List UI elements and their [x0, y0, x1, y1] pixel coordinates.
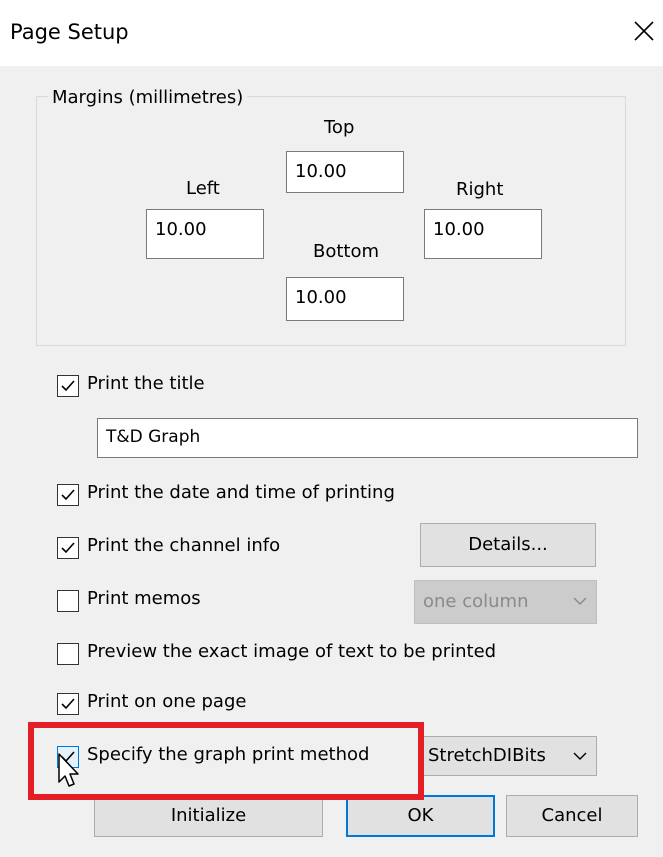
- right-margin-input[interactable]: 10.00: [424, 209, 542, 259]
- memos-column-select[interactable]: one column: [414, 580, 597, 624]
- bottom-margin-input[interactable]: 10.00: [286, 277, 404, 321]
- chevron-down-icon: [573, 597, 587, 605]
- print-memos-checkbox[interactable]: [57, 590, 79, 612]
- memos-column-value: one column: [423, 591, 529, 612]
- print-method-value: StretchDIBits: [428, 745, 546, 766]
- left-margin-input[interactable]: 10.00: [146, 209, 264, 259]
- window-title: Page Setup: [10, 20, 129, 44]
- title-bar: Page Setup: [0, 0, 663, 66]
- print-channel-label[interactable]: Print the channel info: [87, 535, 280, 556]
- print-title-label[interactable]: Print the title: [87, 373, 205, 394]
- check-icon: [61, 698, 75, 710]
- left-label: Left: [186, 178, 220, 199]
- print-channel-checkbox[interactable]: [57, 537, 79, 559]
- print-one-page-label[interactable]: Print on one page: [87, 691, 246, 712]
- cancel-button[interactable]: Cancel: [506, 795, 638, 837]
- highlight-annotation: [28, 722, 424, 800]
- preview-exact-checkbox[interactable]: [57, 643, 79, 665]
- title-text-input[interactable]: T&D Graph: [97, 418, 638, 458]
- bottom-label: Bottom: [313, 241, 380, 262]
- details-button[interactable]: Details...: [420, 523, 596, 567]
- margins-group-label: Margins (millimetres): [48, 87, 248, 108]
- print-one-page-checkbox[interactable]: [57, 693, 79, 715]
- check-icon: [61, 489, 75, 501]
- initialize-button[interactable]: Initialize: [94, 795, 323, 837]
- close-icon[interactable]: [632, 18, 656, 44]
- top-label: Top: [324, 117, 355, 138]
- check-icon: [61, 380, 75, 392]
- top-margin-input[interactable]: 10.00: [286, 151, 404, 193]
- print-method-select[interactable]: StretchDIBits: [421, 736, 597, 776]
- right-label: Right: [456, 179, 504, 200]
- print-memos-label[interactable]: Print memos: [87, 588, 201, 609]
- preview-exact-label[interactable]: Preview the exact image of text to be pr…: [87, 641, 496, 662]
- mouse-cursor-icon: [58, 753, 79, 787]
- ok-button[interactable]: OK: [346, 795, 495, 837]
- check-icon: [61, 542, 75, 554]
- chevron-down-icon: [573, 752, 587, 760]
- print-date-checkbox[interactable]: [57, 484, 79, 506]
- print-title-checkbox[interactable]: [57, 375, 79, 397]
- print-date-label[interactable]: Print the date and time of printing: [87, 482, 395, 503]
